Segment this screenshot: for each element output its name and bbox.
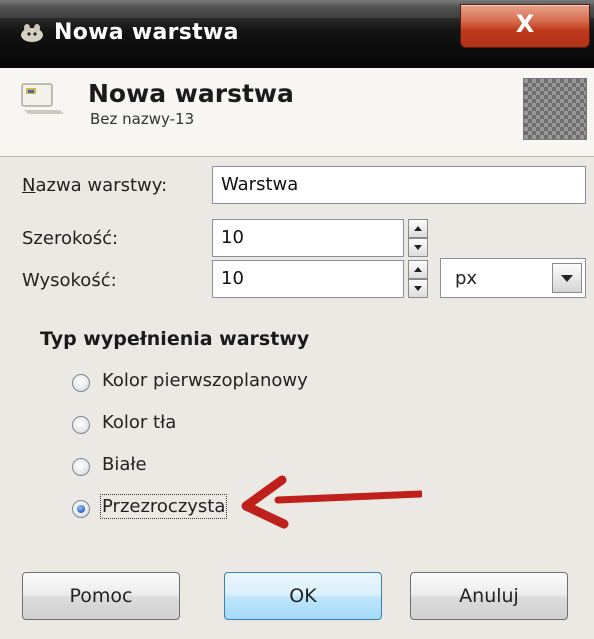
width-input[interactable]: 10 <box>212 219 404 257</box>
unit-select-value: px <box>455 268 478 289</box>
ok-button-label: OK <box>289 585 317 607</box>
ok-button[interactable]: OK <box>224 572 382 620</box>
title-bar[interactable]: Nowa warstwa X <box>0 0 594 68</box>
unit-select[interactable]: px <box>440 258 586 298</box>
cancel-button[interactable]: Anuluj <box>410 572 568 620</box>
spin-down-icon[interactable] <box>408 238 428 257</box>
help-button[interactable]: Pomoc <box>22 572 180 620</box>
layer-name-label: Nazwa warstwy: <box>22 175 168 196</box>
new-layer-icon <box>21 83 64 114</box>
radio-button-icon[interactable] <box>72 416 90 434</box>
cancel-button-label: Anuluj <box>459 585 519 607</box>
header-subtitle: Bez nazwy-13 <box>90 110 195 128</box>
window-title: Nowa warstwa <box>54 20 239 45</box>
header-title: Nowa warstwa <box>88 79 294 108</box>
gimp-wilber-icon <box>21 24 43 42</box>
height-spinner[interactable] <box>408 260 428 298</box>
layer-name-label-text: azwa warstwy: <box>35 175 168 196</box>
transparent-preview-icon <box>523 78 587 140</box>
spin-up-icon[interactable] <box>408 219 428 238</box>
width-spinner[interactable] <box>408 219 428 257</box>
radio-label: Kolor tła <box>102 412 177 433</box>
radio-button-selected-icon[interactable] <box>72 500 90 518</box>
radio-label: Białe <box>102 454 147 475</box>
spin-down-icon[interactable] <box>408 279 428 298</box>
close-icon: X <box>515 10 535 38</box>
radio-button-icon[interactable] <box>72 374 90 392</box>
radio-label: Kolor pierwszoplanowy <box>102 370 308 391</box>
spin-up-icon[interactable] <box>408 260 428 279</box>
width-label: Szerokość: <box>22 228 119 249</box>
radio-label: Przezroczysta <box>99 494 228 519</box>
close-button[interactable]: X <box>460 4 590 48</box>
height-label: Wysokość: <box>22 270 117 291</box>
dialog-window: Nowa warstwa X Nowa warstwa Bez nazwy-13… <box>0 0 594 639</box>
dropdown-arrow-icon[interactable] <box>552 263 582 293</box>
help-button-label: Pomoc <box>69 585 133 607</box>
height-input[interactable]: 10 <box>212 260 404 298</box>
layer-name-input[interactable]: Warstwa <box>212 166 586 204</box>
fill-type-heading: Typ wypełnienia warstwy <box>40 328 310 350</box>
red-annotation-arrow-icon <box>241 475 422 529</box>
radio-button-icon[interactable] <box>72 458 90 476</box>
